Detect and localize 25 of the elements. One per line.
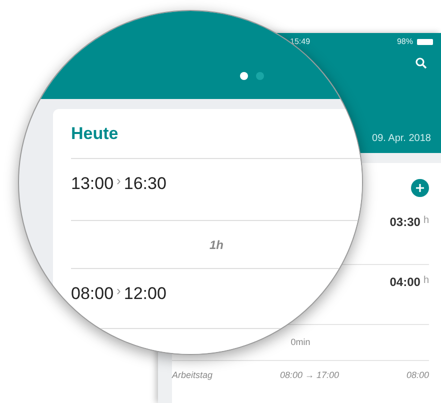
date-label: 09. Apr. 2018 <box>372 132 431 146</box>
duration-value: 04:00 <box>390 274 420 291</box>
start-time: 13:00 <box>71 173 114 195</box>
duration-value: 03:30 <box>390 214 420 231</box>
day-total: 08:00 <box>406 369 429 382</box>
section-title: Heute <box>71 109 362 159</box>
battery-percent: 98% <box>396 36 413 48</box>
separator-icon: › <box>116 281 121 300</box>
page-dot[interactable] <box>240 72 248 80</box>
add-button[interactable] <box>411 179 429 197</box>
pause-duration: 1h <box>209 236 224 254</box>
plus-icon <box>415 183 425 193</box>
page-dot[interactable] <box>256 72 264 80</box>
end-time: 16:30 <box>124 173 166 195</box>
separator-icon: › <box>116 171 121 190</box>
day-type-label: Arbeitstag <box>172 369 213 382</box>
pause-duration: 0min <box>290 336 310 349</box>
search-icon[interactable] <box>415 57 427 69</box>
battery-icon <box>417 39 433 45</box>
unit-label: h <box>423 274 429 288</box>
unit-label: h <box>423 214 429 228</box>
status-time: 15:49 <box>290 36 310 48</box>
end-time: 12:00 <box>124 283 166 305</box>
start-time: 08:00 <box>71 283 114 305</box>
time-range: 08:00 → 17:00 <box>280 369 340 382</box>
